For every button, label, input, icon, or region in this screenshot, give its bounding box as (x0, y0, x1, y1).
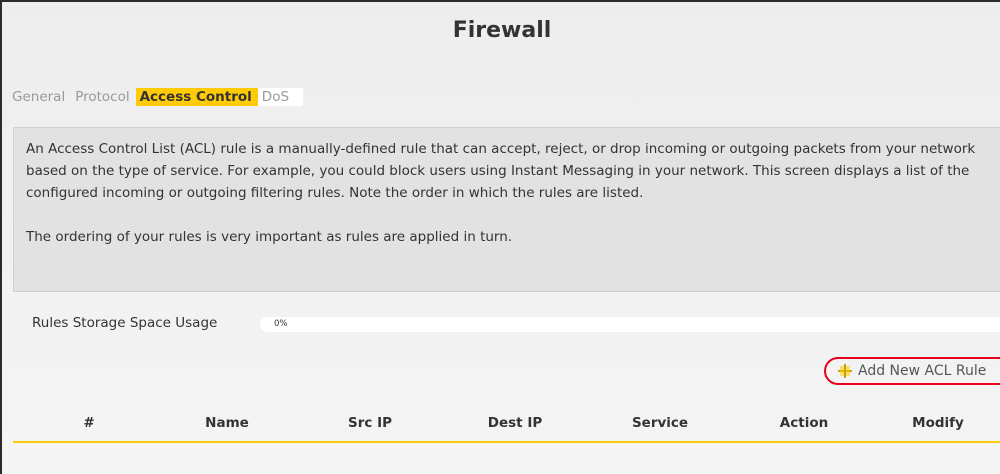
description-paragraph: An Access Control List (ACL) rule is a m… (26, 141, 976, 201)
ordering-note: The ordering of your rules is very impor… (26, 229, 513, 245)
acl-table-header: # Name Src IP Dest IP Service Action Mod… (13, 412, 1000, 442)
tab-access-control[interactable]: Access Control (135, 88, 258, 106)
firewall-page: Firewall General Protocol Access Control… (0, 0, 1000, 474)
table-header-divider (13, 441, 1000, 443)
page-title: Firewall (452, 18, 552, 43)
column-header-number: # (83, 415, 95, 431)
plus-icon (838, 364, 852, 378)
storage-usage-bar: 0% (260, 317, 1000, 332)
tab-protocol[interactable]: Protocol (71, 88, 135, 106)
tab-dos[interactable]: DoS (257, 88, 304, 106)
tab-general[interactable]: General (8, 88, 71, 106)
storage-usage-value: 0% (274, 319, 288, 329)
column-header-modify: Modify (912, 415, 964, 431)
column-header-action: Action (779, 415, 829, 431)
column-header-src-ip: Src IP (347, 415, 393, 431)
column-header-service: Service (631, 415, 689, 431)
add-acl-rule-button[interactable]: Add New ACL Rule (824, 357, 1000, 385)
storage-usage-label: Rules Storage Space Usage (32, 315, 218, 331)
column-header-name: Name (205, 415, 249, 431)
description-panel: An Access Control List (ACL) rule is a m… (13, 127, 1000, 292)
column-header-dest-ip: Dest IP (487, 415, 543, 431)
tab-bar: General Protocol Access Control DoS (8, 88, 304, 106)
add-acl-rule-label: Add New ACL Rule (858, 363, 987, 379)
